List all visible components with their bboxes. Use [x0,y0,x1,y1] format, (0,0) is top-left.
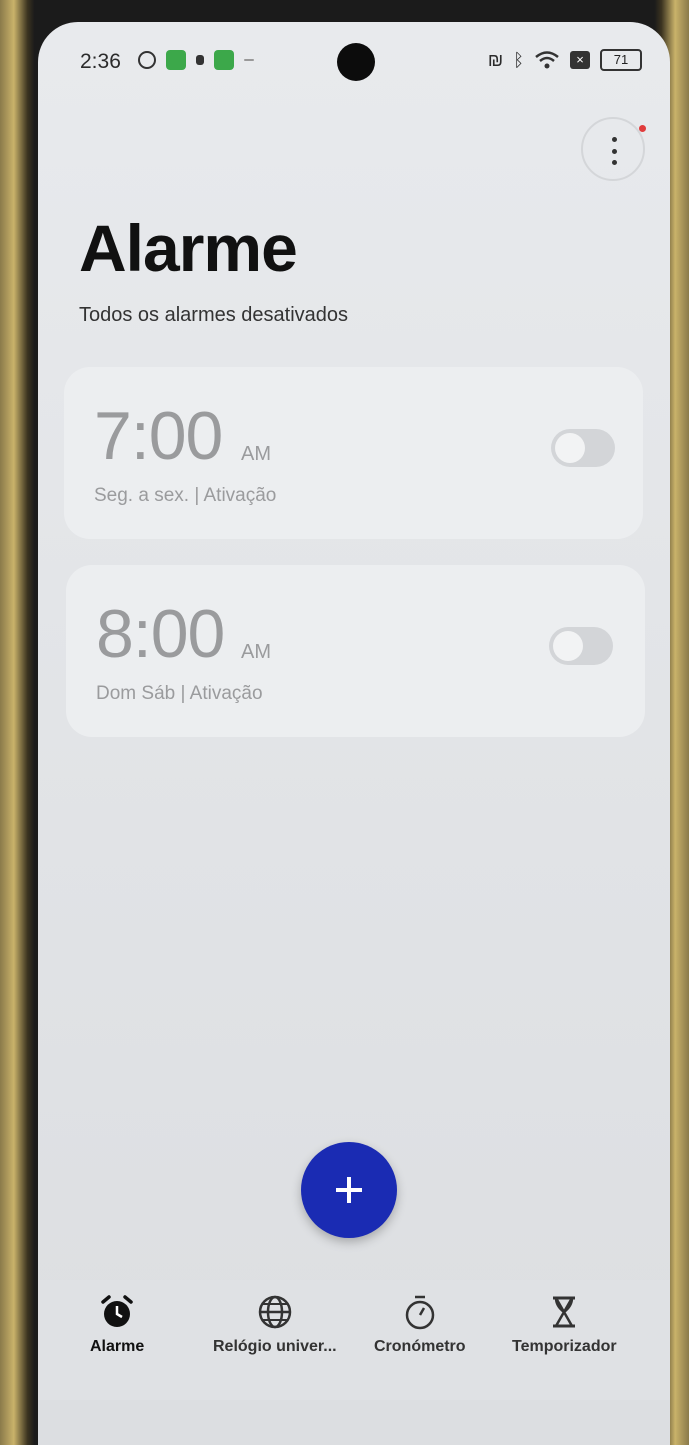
alarm-card[interactable]: 7:00 AM Seg. a sex. | Ativação [64,367,643,539]
battery-icon: 71 [600,49,642,71]
status-system-icons: ₪ ᛒ × 71 [488,49,642,71]
gesture-area [38,1400,670,1445]
alarm-time: 7:00 [94,398,223,474]
page-title: Alarme [79,211,298,285]
nav-item-relogio-universal[interactable]: Relógio univer... [213,1292,337,1356]
page-subtitle: Todos os alarmes desativados [79,304,349,326]
globe-icon [258,1295,292,1329]
wifi-icon [535,51,559,69]
sync-icon [138,51,156,69]
alarm-repeat-days: Seg. a sex. | Ativação [94,485,277,506]
status-time: 2:36 [80,50,121,73]
nav-item-cronometro[interactable]: Cronómetro [374,1292,466,1356]
status-bar: 2:36 ₪ ᛒ × 71 [38,22,670,94]
nav-item-temporizador[interactable]: Temporizador [512,1292,617,1356]
signal-off-icon: × [570,51,590,69]
bottom-navigation: Alarme Relógio univer... Cronómetro Temp… [38,1280,670,1400]
nav-item-alarme[interactable]: Alarme [90,1292,144,1356]
alarm-toggle[interactable] [549,627,613,665]
more-options-button[interactable] [581,117,646,181]
alarm-toggle[interactable] [551,429,615,467]
more-vert-icon [612,137,617,165]
stopwatch-icon [405,1295,435,1330]
phone-device: 2:36 ₪ ᛒ × 71 Alarme Todos os alarmes de… [0,0,689,1445]
alarm-time: 8:00 [96,596,225,672]
nfc-icon: ₪ [487,49,504,70]
status-notification-icons [138,50,254,70]
toggle-knob [555,433,585,463]
toggle-knob [553,631,583,661]
more-notifications-icon [244,59,254,61]
alarm-repeat-days: Dom Sáb | Ativação [96,683,263,704]
alarm-card[interactable]: 8:00 AM Dom Sáb | Ativação [66,565,645,737]
app-notification-icon [166,50,186,70]
app-notification-icon-2 [214,50,234,70]
alarm-clock-icon [101,1295,133,1327]
alarm-ampm: AM [241,443,271,465]
nav-label: Alarme [90,1338,145,1355]
nav-label: Cronómetro [374,1338,466,1355]
nav-label: Temporizador [512,1338,617,1355]
add-alarm-button[interactable] [301,1142,397,1238]
hourglass-icon [553,1296,576,1328]
alarm-ampm: AM [241,641,271,663]
notification-badge [639,125,646,132]
screen: 2:36 ₪ ᛒ × 71 Alarme Todos os alarmes de… [38,22,670,1445]
bluetooth-icon: ᛒ [513,49,524,70]
lock-icon [196,55,204,65]
nav-label: Relógio univer... [213,1338,337,1355]
front-camera [337,43,375,81]
